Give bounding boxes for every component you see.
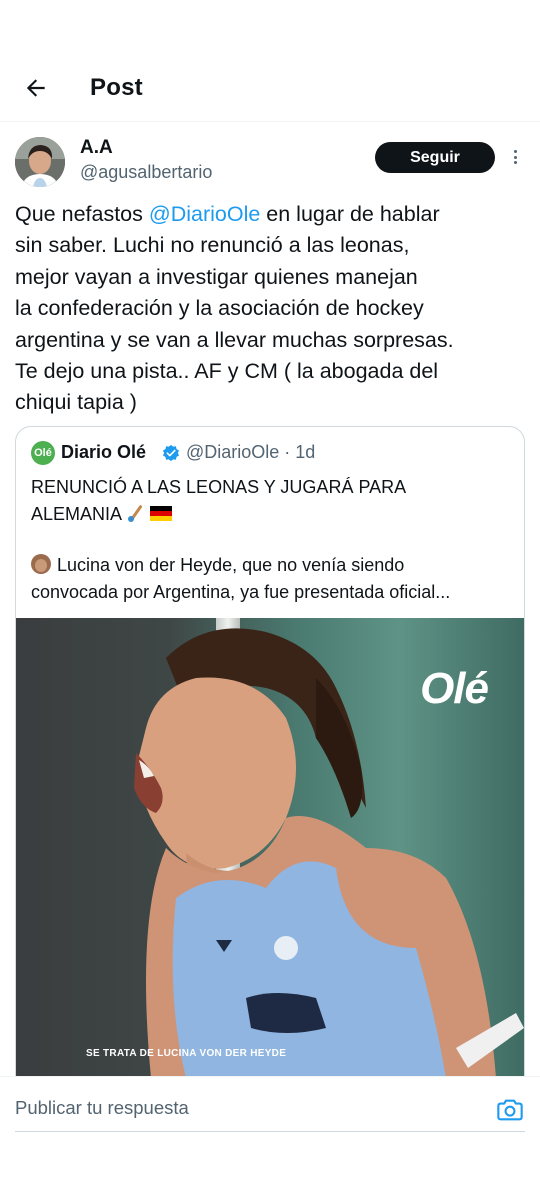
tweet-line: Te dejo una pista.. AF y CM ( la abogada… xyxy=(15,359,439,384)
quoted-line: RENUNCIÓ A LAS LEONAS Y JUGARÁ PARA xyxy=(31,477,407,497)
more-dot-icon xyxy=(513,161,517,164)
quoted-author-avatar: Olé xyxy=(31,441,55,465)
quoted-handle-time: @DiarioOle · 1d xyxy=(186,442,316,462)
quoted-line: ALEMANIA xyxy=(31,501,516,528)
author-name[interactable]: A.A xyxy=(80,137,113,159)
tweet-line: la confederación y la asociación de hock… xyxy=(15,296,424,321)
more-dot-icon xyxy=(513,150,517,153)
mention-link[interactable]: @DiarioOle xyxy=(149,202,260,226)
quoted-photo[interactable]: Olé SE TRATA DE LUCINA VON DER HEYDE xyxy=(16,618,524,1078)
quoted-line: convocada por Argentina, ya fue presenta… xyxy=(31,582,451,602)
quoted-author-name: Diario Olé xyxy=(61,442,147,462)
field-hockey-icon xyxy=(126,504,148,522)
avatar-photo xyxy=(15,137,65,187)
tweet-line: mejor vayan a investigar quienes manejan xyxy=(15,264,418,289)
more-options-button[interactable] xyxy=(508,146,522,168)
follow-button[interactable]: Seguir xyxy=(375,142,495,173)
germany-flag-icon xyxy=(150,506,173,521)
tweet-line: chiqui tapia ) xyxy=(15,390,137,415)
reply-composer: Publicar tu respuesta xyxy=(0,1076,540,1199)
author-handle[interactable]: @agusalbertario xyxy=(80,162,212,183)
reply-divider xyxy=(15,1131,525,1132)
verified-badge-icon xyxy=(162,444,180,462)
tweet-text-segment: Que nefastos xyxy=(15,202,149,226)
quoted-line: Lucina von der Heyde, que no venía siend… xyxy=(31,552,516,579)
page-title: Post xyxy=(90,74,143,101)
quoted-line-text: Lucina von der Heyde, que no venía siend… xyxy=(57,555,405,575)
tweet-line: argentina y se van a llevar muchas sorpr… xyxy=(15,327,454,352)
reply-input[interactable]: Publicar tu respuesta xyxy=(15,1097,189,1119)
tweet-text-segment: en lugar de hablar xyxy=(260,202,440,226)
tweet-line: sin saber. Luchi no renunció a las leona… xyxy=(15,233,410,258)
author-avatar[interactable] xyxy=(15,137,65,187)
arrow-left-icon xyxy=(26,79,45,97)
back-button[interactable] xyxy=(18,70,54,106)
quoted-post[interactable]: Olé Diario Olé @DiarioOle · 1d RENUNCIÓ … xyxy=(15,426,525,1126)
woman-icon xyxy=(31,554,51,574)
top-bar: Post xyxy=(0,56,540,122)
ole-logo: Olé xyxy=(420,664,489,713)
tweet-body: Que nefastos @DiarioOle en lugar de habl… xyxy=(15,199,527,419)
quoted-line-text: ALEMANIA xyxy=(31,504,122,524)
quoted-text: RENUNCIÓ A LAS LEONAS Y JUGARÁ PARA ALEM… xyxy=(31,474,516,606)
tweet-line: Que nefastos @DiarioOle en lugar de habl… xyxy=(15,199,527,230)
more-dot-icon xyxy=(513,155,517,159)
photo-caption: SE TRATA DE LUCINA VON DER HEYDE xyxy=(86,1048,287,1059)
camera-icon[interactable] xyxy=(496,1096,524,1124)
